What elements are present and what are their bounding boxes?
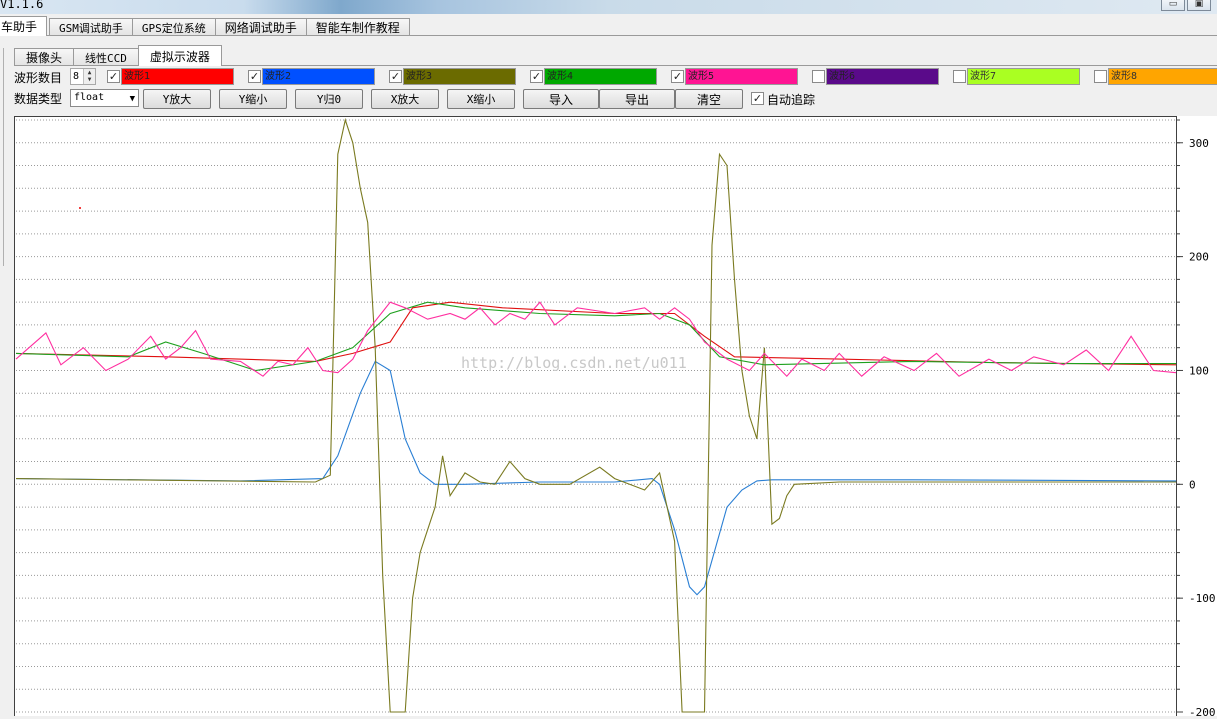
check-icon: ✓ [672,70,683,83]
data-type-select[interactable]: float ▼ [70,89,139,107]
tab-car-assistant[interactable]: 车助手 [0,16,48,36]
waveform-7-checkbox[interactable] [953,70,966,83]
main-tabs: 车助手 GSM调试助手 GPS定位系统 网络调试助手 智能车制作教程 [0,16,410,36]
auto-track-checkbox[interactable]: ✓ [751,92,764,105]
waveform-4-checkbox[interactable]: ✓ [530,70,543,83]
y-zoom-out-button[interactable]: Y缩小 [219,89,287,109]
y-tick-label: 300 [1189,137,1209,150]
waveform-8-color-field[interactable]: 波形8 [1108,68,1217,85]
waveform-3-color-field[interactable]: 波形3 [403,68,516,85]
waveform-4-color-field[interactable]: 波形4 [544,68,657,85]
chevron-down-icon: ▼ [129,94,135,104]
minimize-button[interactable]: ▭ [1161,0,1185,11]
waveform-2-checkbox[interactable]: ✓ [248,70,261,83]
oscilloscope-chart[interactable]: 300 200 100 0 -100 -200 http://blog.csdn.net/u… [14,116,1217,719]
waveform-3-checkbox[interactable]: ✓ [389,70,402,83]
y-tick-label: 200 [1189,251,1209,264]
chart-svg[interactable]: 300 200 100 0 -100 -200 http://blog.csdn.net/u… [14,116,1217,719]
check-icon: ✓ [531,70,542,83]
tab-tutorial[interactable]: 智能车制作教程 [305,18,410,36]
wave-count-label: 波形数目 [14,71,63,85]
waveform-6-color-field[interactable]: 波形6 [826,68,939,85]
wave-count-spinner[interactable]: 8 ▲ ▼ [70,68,96,85]
maximize-button[interactable]: ▣ [1187,0,1211,11]
subtab-oscilloscope[interactable]: 虚拟示波器 [137,45,222,66]
y-tick-label: -100 [1189,592,1216,605]
window-title: V1.1.6 [0,0,44,11]
y-tick-label: 0 [1189,478,1196,491]
x-zoom-out-button[interactable]: X缩小 [447,89,515,109]
auto-track-label: 自动追踪 [767,93,816,107]
check-icon: ✓ [249,70,260,83]
maximize-icon: ▣ [1194,0,1204,9]
y-reset-button[interactable]: Y归0 [295,89,363,109]
import-button[interactable]: 导入 [523,89,599,109]
check-icon: ✓ [752,92,763,105]
waveform-6-checkbox[interactable] [812,70,825,83]
spinner-arrows-icon[interactable]: ▲ ▼ [83,69,95,84]
title-bar: V1.1.6 ▭ ▣ [0,0,1217,14]
y-tick-label: 100 [1189,364,1209,377]
tab-gsm[interactable]: GSM调试助手 [49,18,133,36]
sub-tabs: 摄像头 线性CCD 虚拟示波器 [14,45,222,66]
stray-point [79,207,81,209]
x-zoom-in-button[interactable]: X放大 [371,89,439,109]
left-panel-edge [0,48,4,266]
waveform-2-color-field[interactable]: 波形2 [262,68,375,85]
clear-button[interactable]: 清空 [675,89,743,109]
check-icon: ✓ [108,70,119,83]
waveform-1-checkbox[interactable]: ✓ [107,70,120,83]
tab-network[interactable]: 网络调试助手 [214,18,307,36]
waveform-8-checkbox[interactable] [1094,70,1107,83]
subtab-linear-ccd[interactable]: 线性CCD [73,48,139,66]
toolbar-row: 数据类型 float ▼ Y放大 Y缩小 Y归0 X放大 X缩小 导入 导出 清… [14,89,1217,109]
watermark-text: http://blog.csdn.net/u011 [461,354,687,372]
waveform-5-checkbox[interactable]: ✓ [671,70,684,83]
check-icon: ✓ [390,70,401,83]
waveform-row: 波形数目 8 ▲ ▼ ✓ 波形1 ✓ 波形2 ✓ 波形3 ✓ 波形4 ✓ 波形5 波形6 波形7 波形8 [14,68,1217,86]
export-button[interactable]: 导出 [599,89,675,109]
tab-gps[interactable]: GPS定位系统 [131,18,216,36]
waveform-7-color-field[interactable]: 波形7 [967,68,1080,85]
subtab-camera[interactable]: 摄像头 [14,48,75,66]
waveform-5-color-field[interactable]: 波形5 [685,68,798,85]
data-type-label: 数据类型 [14,92,63,106]
y-zoom-in-button[interactable]: Y放大 [143,89,211,109]
y-tick-label: -200 [1189,706,1216,716]
tab-divider [0,35,1217,36]
minimize-icon: ▭ [1168,0,1178,9]
waveform-1-color-field[interactable]: 波形1 [121,68,234,85]
